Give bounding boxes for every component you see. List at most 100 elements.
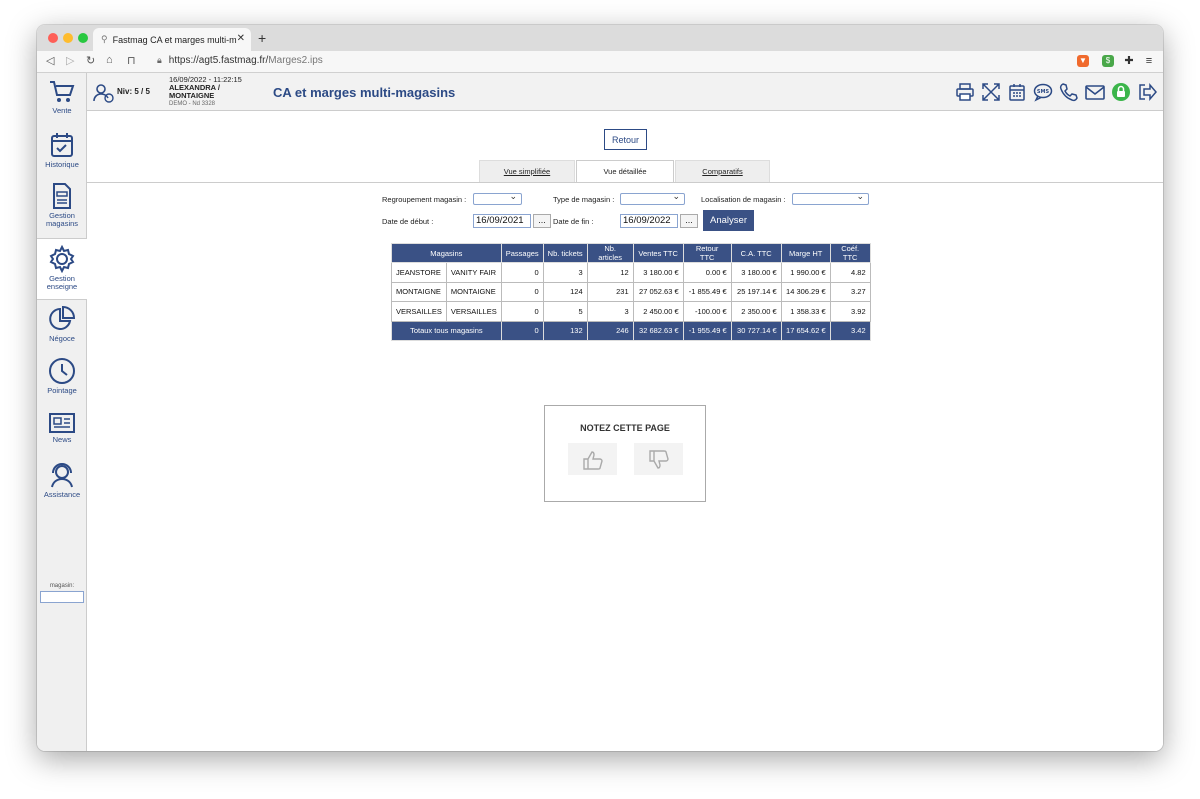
tab-vue-detaillee[interactable]: Vue détaillée	[576, 160, 674, 183]
date-debut-picker-button[interactable]: ...	[533, 214, 551, 228]
cell-retour-ttc: -1 855.49 €	[682, 281, 732, 302]
thumbs-down-icon	[649, 450, 669, 469]
close-window-button[interactable]	[48, 33, 58, 43]
minimize-window-button[interactable]	[63, 33, 73, 43]
localisation-label: Localisation de magasin :	[701, 195, 786, 204]
cell-total-marge-ht: 17 654.62 €	[780, 320, 831, 341]
cell-coef-ttc: 3.92	[829, 301, 871, 322]
thumbs-up-icon	[583, 451, 603, 470]
calendar-icon[interactable]	[1007, 82, 1027, 102]
date-fin-input[interactable]: 16/09/2022	[620, 214, 678, 228]
tab-comparatifs[interactable]: Comparatifs	[675, 160, 770, 182]
col-header-nb-articles[interactable]: Nb. articles	[586, 243, 634, 263]
clock-icon	[49, 358, 75, 384]
url-field[interactable]: 🔒︎ https://agt5.fastmag.fr/Marges2.ips	[157, 55, 323, 66]
cell-magasin: VANITY FAIR	[445, 262, 502, 283]
retour-button[interactable]: Retour	[604, 129, 647, 150]
cell-total-passages: 0	[500, 320, 544, 341]
cell-marge-ht: 1 358.33 €	[780, 301, 831, 322]
extension-green-icon[interactable]: $	[1102, 55, 1114, 67]
localisation-select[interactable]	[792, 191, 869, 205]
calendar-check-icon	[51, 133, 73, 157]
close-tab-icon[interactable]: ✕	[237, 33, 245, 44]
browser-window: ⚲ Fastmag CA et marges multi-m ✕ + ◁ ▷ ↻…	[37, 25, 1163, 751]
sidebar-item-news[interactable]: News	[37, 412, 87, 448]
cell-retour-ttc: 0.00 €	[682, 262, 732, 283]
cell-retour-ttc: -100.00 €	[682, 301, 732, 322]
type-magasin-label: Type de magasin :	[553, 195, 615, 204]
print-icon[interactable]	[955, 82, 975, 102]
sidebar-item-pointage[interactable]: Pointage	[37, 357, 87, 397]
sidebar-item-negoce[interactable]: Négoce	[37, 305, 87, 345]
thumbs-up-button[interactable]	[568, 443, 617, 475]
brave-shield-icon[interactable]: ▼	[1077, 55, 1089, 67]
cell-nb-tickets: 3	[542, 262, 588, 283]
col-header-passages[interactable]: Passages	[500, 243, 544, 263]
bookmark-icon[interactable]: ⊓	[127, 54, 136, 67]
col-header-coef-ttc[interactable]: Coéf. TTC	[829, 243, 871, 263]
col-header-nb-tickets[interactable]: Nb. tickets	[542, 243, 588, 263]
cell-marge-ht: 1 990.00 €	[780, 262, 831, 283]
session-store: MONTAIGNE	[169, 91, 215, 100]
menu-icon[interactable]: ≡	[1143, 55, 1155, 67]
new-tab-button[interactable]: +	[258, 30, 266, 46]
analyser-button[interactable]: Analyser	[703, 210, 754, 231]
favicon-icon: ⚲	[101, 34, 108, 44]
sidebar-item-gestion-enseigne[interactable]: Gestion enseigne	[37, 238, 87, 300]
col-header-retour-ttc[interactable]: Retour TTC	[682, 243, 732, 263]
sidebar-item-gestion-magasins[interactable]: Gestion magasins	[37, 182, 87, 232]
reload-icon[interactable]: ↻	[86, 54, 95, 67]
home-icon[interactable]: ⌂	[106, 54, 113, 66]
type-magasin-select[interactable]	[620, 191, 685, 205]
back-icon[interactable]: ◁	[46, 54, 54, 67]
puzzle-icon[interactable]: ✚	[1123, 55, 1135, 67]
cart-icon	[50, 81, 75, 102]
logout-icon[interactable]	[1137, 82, 1157, 102]
tab-vue-simplifiee[interactable]: Vue simplifiée	[479, 160, 575, 182]
sidebar-item-vente[interactable]: Vente	[37, 79, 87, 119]
date-debut-label: Date de début :	[382, 217, 434, 226]
table-row: JEANSTORE VANITY FAIR 0 3 12 3 180.00 € …	[391, 262, 871, 283]
session-info: 16/09/2022 - 11:22:15 ALEXANDRA / MONTAI…	[169, 76, 242, 108]
col-header-ventes-ttc[interactable]: Ventes TTC	[632, 243, 684, 263]
cell-total-ventes-ttc: 32 682.63 €	[632, 320, 684, 341]
rating-title: NOTEZ CETTE PAGE	[580, 423, 670, 433]
cell-coef-ttc: 3.27	[829, 281, 871, 302]
sidebar-item-assistance[interactable]: Assistance	[37, 461, 87, 501]
col-header-magasins[interactable]: Magasins	[391, 243, 502, 263]
thumbs-down-button[interactable]	[634, 443, 683, 475]
date-fin-picker-button[interactable]: ...	[680, 214, 698, 228]
forward-icon[interactable]: ▷	[66, 54, 74, 67]
user-level: Niv: 5 / 5	[117, 87, 150, 96]
sidebar-item-historique[interactable]: Historique	[37, 131, 87, 171]
regroupement-select[interactable]	[473, 191, 522, 205]
results-table: Magasins Passages Nb. tickets Nb. articl…	[391, 243, 871, 341]
cell-total-nb-tickets: 132	[542, 320, 588, 341]
newspaper-icon	[49, 413, 75, 433]
cell-nb-articles: 231	[586, 281, 634, 302]
col-header-marge-ht[interactable]: Marge HT	[780, 243, 831, 263]
date-debut-input[interactable]: 16/09/2021	[473, 214, 531, 228]
tab-bar: ⚲ Fastmag CA et marges multi-m ✕ +	[37, 25, 1163, 51]
gear-icon	[49, 245, 75, 273]
date-fin-label: Date de fin :	[553, 217, 594, 226]
lock-status-icon[interactable]	[1111, 82, 1131, 102]
fullscreen-icon[interactable]	[981, 82, 1001, 102]
cell-passages: 0	[500, 262, 544, 283]
sms-icon[interactable]: SMS	[1033, 82, 1053, 102]
cell-ca-ttc: 2 350.00 €	[730, 301, 782, 322]
cell-magasin: MONTAIGNE	[445, 281, 502, 302]
browser-tab[interactable]: ⚲ Fastmag CA et marges multi-m ✕	[93, 28, 251, 51]
table-row: MONTAIGNE MONTAIGNE 0 124 231 27 052.63 …	[391, 281, 871, 302]
cell-nb-tickets: 5	[542, 301, 588, 322]
cell-ventes-ttc: 27 052.63 €	[632, 281, 684, 302]
sidebar: Vente Historique Gestion magasins Gestio…	[37, 73, 87, 751]
mail-icon[interactable]	[1085, 82, 1105, 102]
cell-magasin: VERSAILLES	[445, 301, 502, 322]
magasin-input[interactable]	[40, 591, 84, 603]
col-header-ca-ttc[interactable]: C.A. TTC	[730, 243, 782, 263]
phone-icon[interactable]	[1059, 82, 1079, 102]
maximize-window-button[interactable]	[78, 33, 88, 43]
svg-text:SMS: SMS	[1037, 89, 1050, 95]
main-content: Retour Vue simplifiée Vue détaillée Comp…	[87, 111, 1163, 751]
